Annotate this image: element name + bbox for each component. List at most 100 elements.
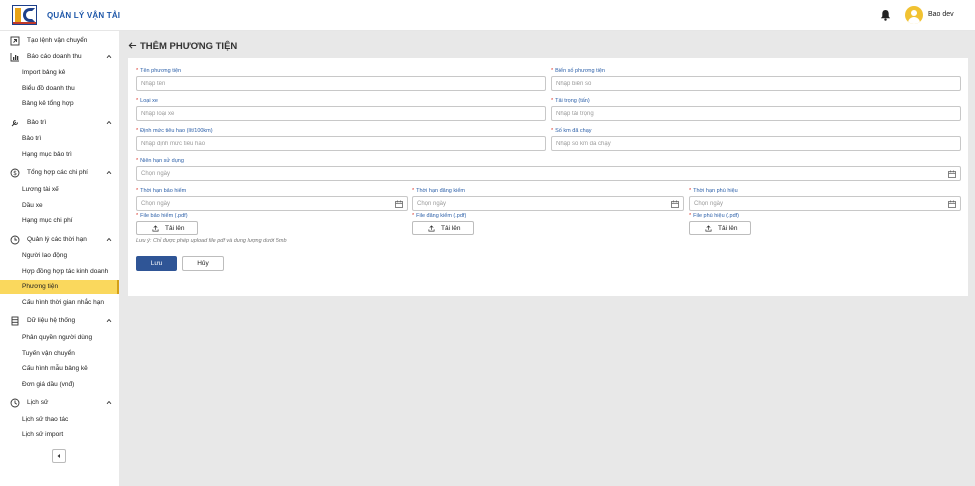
vehicle-name-input[interactable] — [136, 76, 546, 91]
chevron-up-icon[interactable] — [106, 400, 112, 405]
sidebar-group-1[interactable]: Báo cáo doanh thu — [0, 50, 119, 64]
top-bar: QUẢN LÝ VẬN TẢI Bao dev — [0, 0, 975, 31]
sidebar-item-7[interactable]: Hạng mục bảo trì — [0, 148, 119, 162]
calendar-icon — [671, 200, 679, 208]
sidebar-item-label: Bảng kê tổng hợp — [22, 100, 74, 108]
sidebar-item-label: Dữ liệu hệ thống — [27, 317, 76, 325]
sidebar-item-label: Phân quyền người dùng — [22, 333, 93, 341]
svg-text:$: $ — [13, 171, 17, 178]
sidebar-group-5[interactable]: Bảo trì — [0, 116, 119, 130]
badge-date-datepicker[interactable]: Chọn ngày — [689, 196, 961, 211]
sidebar-group-22[interactable]: Lịch sử — [0, 396, 119, 410]
registration-date-label: * Thời hạn đăng kiểm — [412, 188, 465, 194]
sidebar-item-label: Lịch sử import — [22, 431, 64, 439]
sidebar-item-15[interactable]: Phương tiện — [0, 280, 119, 295]
company-logo[interactable] — [12, 5, 37, 25]
sidebar-item-23[interactable]: Lịch sử thao tác — [0, 413, 119, 427]
cancel-button[interactable]: Hủy — [182, 256, 224, 271]
sidebar-item-label: Tạo lệnh vận chuyển — [27, 37, 88, 44]
vehicle-type-input[interactable] — [136, 106, 546, 121]
bar-chart-icon — [10, 52, 19, 62]
chevron-up-icon[interactable] — [106, 54, 112, 59]
app-title: QUẢN LÝ VẬN TẢI — [47, 11, 121, 20]
sidebar-item-label: Lịch sử thao tác — [22, 415, 69, 423]
sidebar-item-label: Lương tài xế — [22, 185, 59, 193]
external-link-icon — [10, 36, 20, 46]
badge-date-label: * Thời hạn phù hiệu — [689, 188, 738, 194]
caret-left-icon — [57, 454, 60, 458]
sidebar-item-14[interactable]: Hợp đồng hợp tác kinh doanh — [0, 265, 119, 279]
sidebar-item-20[interactable]: Cấu hình mẫu bảng kê — [0, 362, 119, 376]
bell-icon[interactable] — [880, 9, 891, 21]
sidebar-item-label: Cấu hình thời gian nhắc hạn — [22, 298, 104, 306]
back-arrow-icon[interactable] — [128, 41, 137, 50]
fuel-norm-input[interactable] — [136, 136, 546, 151]
service-life-label: * Niên hạn sử dụng — [136, 158, 184, 164]
sidebar-item-13[interactable]: Người lao động — [0, 249, 119, 263]
collapse-sidebar-button[interactable] — [52, 449, 66, 463]
upload-icon — [705, 225, 712, 232]
sidebar-item-label: Người lao động — [22, 252, 68, 260]
insurance-file-upload-button[interactable]: Tải lên — [136, 221, 198, 235]
sidebar-item-label: Biểu đồ doanh thu — [22, 84, 75, 92]
chevron-up-icon[interactable] — [106, 318, 112, 323]
insurance-date-datepicker[interactable]: Chọn ngày — [136, 196, 408, 211]
service-life-datepicker[interactable]: Chọn ngày — [136, 166, 961, 181]
page-title: THÊM PHƯƠNG TIỆN — [140, 41, 238, 52]
sidebar-group-12[interactable]: Quản lý các thời hạn — [0, 233, 119, 247]
sidebar-item-label: Đơn giá dầu (vnđ) — [22, 380, 75, 388]
sidebar-item-label: Bảo trì — [27, 118, 47, 126]
sidebar-group-0[interactable]: Tạo lệnh vận chuyển — [0, 34, 119, 48]
km-driven-label: * Số km đã chạy — [551, 128, 592, 134]
sidebar-item-label: Cấu hình mẫu bảng kê — [22, 365, 88, 373]
plate-input[interactable] — [551, 76, 961, 91]
calendar-icon — [948, 200, 956, 208]
wrench-icon — [11, 119, 18, 127]
sidebar-item-10[interactable]: Dầu xe — [0, 199, 119, 213]
sidebar-item-label: Tổng hợp các chi phí — [27, 169, 88, 177]
upload-icon — [428, 225, 435, 232]
sidebar-item-11[interactable]: Hạng mục chi phí — [0, 214, 119, 228]
sidebar-item-label: Hạng mục bảo trì — [22, 150, 72, 158]
sidebar-item-2[interactable]: Import bảng kê — [0, 66, 119, 80]
dollar-icon: $ — [10, 168, 20, 178]
sidebar-item-3[interactable]: Biểu đồ doanh thu — [0, 82, 119, 96]
sidebar-item-16[interactable]: Cấu hình thời gian nhắc hạn — [0, 296, 119, 310]
load-input[interactable] — [551, 106, 961, 121]
chevron-up-icon[interactable] — [106, 120, 112, 125]
sidebar-group-17[interactable]: Dữ liệu hệ thống — [0, 314, 119, 328]
sidebar: Tạo lệnh vận chuyển Báo cáo doanh thu Impo… — [0, 31, 119, 486]
save-button[interactable]: Lưu — [136, 256, 177, 271]
clock-icon — [10, 235, 20, 245]
sidebar-item-4[interactable]: Bảng kê tổng hợp — [0, 97, 119, 111]
registration-file-label: * File đăng kiểm (.pdf) — [412, 213, 467, 219]
sidebar-item-label: Lịch sử — [27, 399, 49, 407]
chevron-up-icon[interactable] — [106, 170, 112, 175]
sidebar-item-label: Báo cáo doanh thu — [27, 52, 82, 60]
history-icon — [10, 398, 20, 408]
sidebar-item-label: Import bảng kê — [22, 69, 66, 77]
calendar-icon — [395, 200, 403, 208]
km-driven-input[interactable] — [551, 136, 961, 151]
sidebar-item-19[interactable]: Tuyến vận chuyển — [0, 347, 119, 361]
upload-icon — [152, 225, 159, 232]
sidebar-item-21[interactable]: Đơn giá dầu (vnđ) — [0, 378, 119, 392]
user-avatar-icon[interactable] — [905, 6, 923, 24]
sidebar-item-label: Hợp đồng hợp tác kinh doanh — [22, 267, 109, 275]
sidebar-item-18[interactable]: Phân quyền người dùng — [0, 331, 119, 345]
fuel-norm-label: * Định mức tiêu hao (lít/100km) — [136, 128, 213, 134]
registration-file-upload-button[interactable]: Tải lên — [412, 221, 474, 235]
vehicle-type-label: * Loại xe — [136, 98, 158, 104]
registration-date-datepicker[interactable]: Chọn ngày — [412, 196, 684, 211]
plate-label: * Biển số phương tiện — [551, 68, 605, 74]
sidebar-item-label: Bảo trì — [22, 135, 42, 143]
sidebar-item-6[interactable]: Bảo trì — [0, 132, 119, 146]
sidebar-item-label: Phương tiện — [22, 283, 59, 291]
sidebar-group-8[interactable]: $ Tổng hợp các chi phí — [0, 166, 119, 180]
sidebar-item-9[interactable]: Lương tài xế — [0, 183, 119, 197]
chevron-up-icon[interactable] — [106, 237, 112, 242]
badge-file-upload-button[interactable]: Tải lên — [689, 221, 751, 235]
sidebar-item-24[interactable]: Lịch sử import — [0, 428, 119, 442]
database-icon — [11, 316, 19, 326]
user-name[interactable]: Bao dev — [928, 11, 954, 18]
